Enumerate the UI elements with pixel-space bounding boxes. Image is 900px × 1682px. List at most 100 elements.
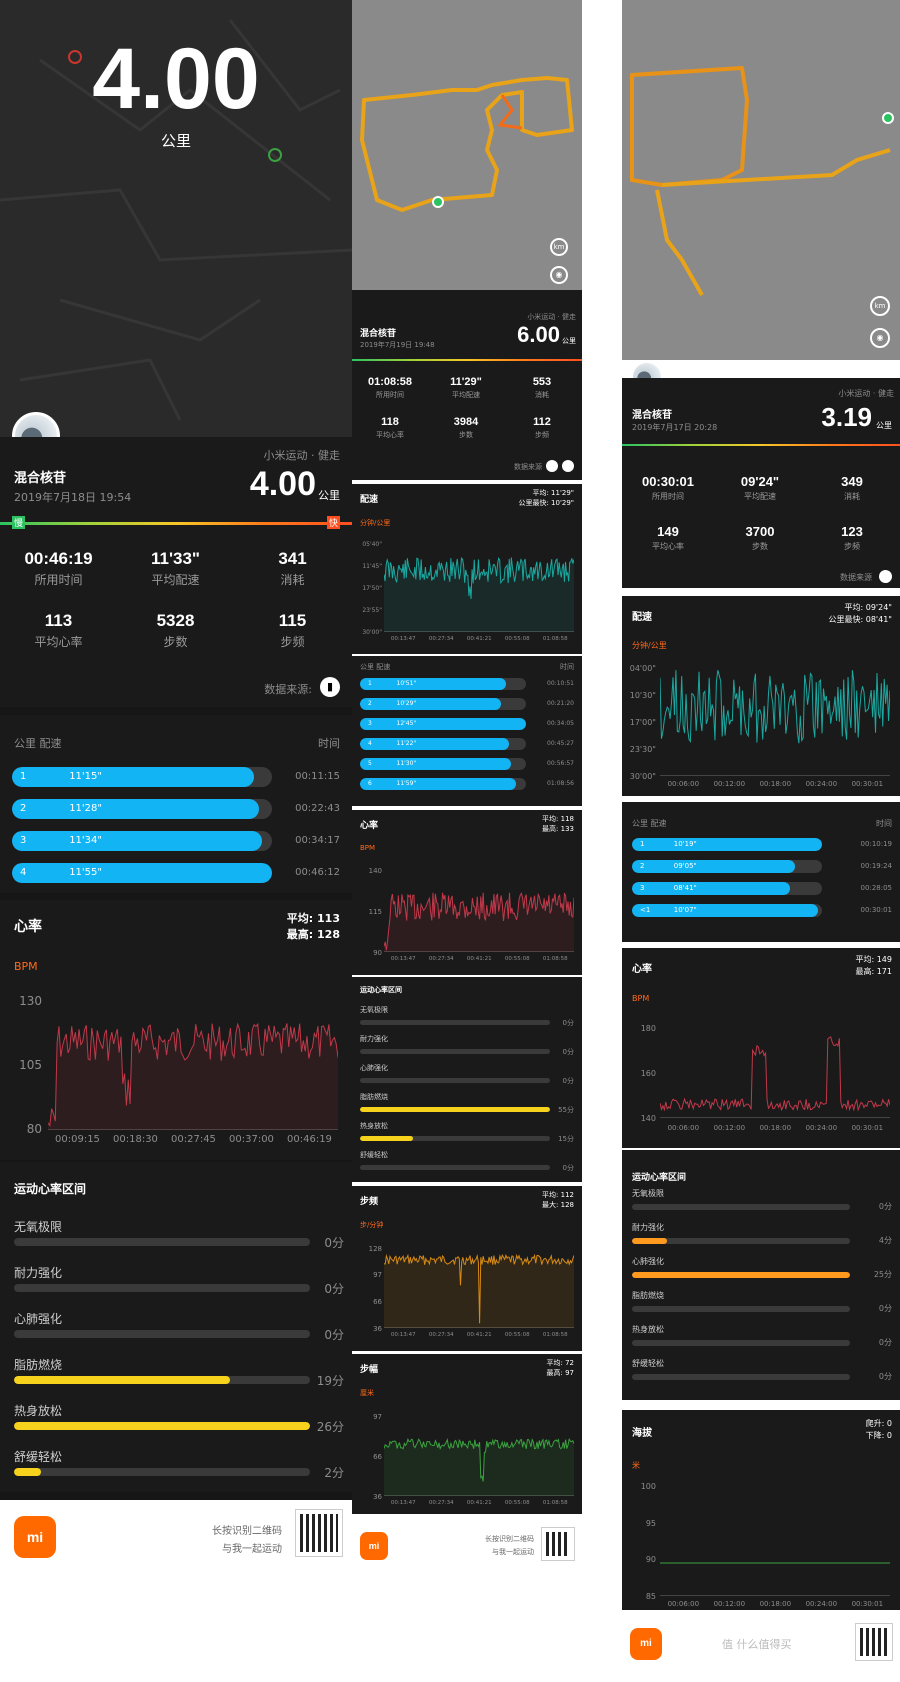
split-row: 3 11'34" 00:34:17	[0, 831, 352, 851]
stat-label: 平均心率	[34, 635, 83, 649]
route-trace	[360, 76, 574, 212]
split-km: 2	[368, 700, 372, 707]
stat-value: 3984	[453, 416, 479, 428]
hr-avg: 平均: 149	[855, 955, 892, 964]
qr-code[interactable]	[541, 1527, 575, 1561]
zone-label: 心肺强化	[14, 1312, 63, 1326]
workout-datetime: 2019年7月17日 20:28	[632, 423, 718, 432]
y-tick-label: 128	[368, 1244, 382, 1253]
route-map[interactable]: km ◉	[622, 0, 900, 360]
eye-icon[interactable]: ◉	[550, 266, 568, 284]
zone-value: 0分	[878, 1304, 892, 1313]
zone-bar	[14, 1284, 310, 1292]
zone-bar	[632, 1272, 850, 1278]
stat-value: 11'33"	[151, 549, 200, 568]
split-km: <1	[640, 906, 651, 914]
cadence-unit: 步/分钟	[360, 1221, 384, 1229]
zone-bar	[14, 1422, 310, 1430]
splits-time-header: 时间	[318, 737, 340, 750]
pace-chart	[660, 670, 890, 776]
stat-label: 平均心率	[376, 431, 404, 439]
zone-bar-fill	[14, 1422, 310, 1430]
left-screenshot: 4.00 公里 小米运动 · 健走 混合核苷 2019年7月18日 19:54 …	[0, 0, 352, 1682]
source-tag: 小米运动 · 健走	[838, 389, 894, 398]
y-tick-label: 04'00"	[629, 664, 656, 673]
zone-value: 15分	[558, 1134, 574, 1143]
stat-item: 5328 步数	[117, 611, 234, 650]
x-tick-label: 00:41:21	[466, 956, 492, 962]
split-pace: 10'51"	[396, 680, 417, 687]
split-pace: 11'30"	[396, 760, 417, 767]
y-tick-label: 66	[373, 1297, 382, 1306]
split-bar	[632, 904, 822, 917]
splits-header: 公里 配速	[632, 819, 667, 828]
zone-value: 0分	[878, 1202, 892, 1211]
pace-chart	[384, 557, 574, 632]
stat-value: 09'24"	[740, 474, 780, 489]
eye-icon[interactable]: ◉	[870, 328, 890, 348]
summary-distance: 3.19	[821, 402, 872, 432]
split-bar	[632, 860, 822, 873]
zone-label: 舒缓轻松	[14, 1450, 63, 1464]
stat-item: 123 步频	[806, 524, 898, 552]
split-time: 00:10:19	[860, 840, 892, 848]
pace-title: 配速	[632, 612, 652, 623]
device-icon-2[interactable]	[562, 460, 574, 472]
split-bar	[632, 838, 822, 851]
zone-value: 0分	[562, 1163, 574, 1172]
route-map[interactable]: km ◉	[352, 0, 582, 290]
stat-item: 11'29" 平均配速	[428, 376, 504, 400]
hr-max: 最高: 171	[855, 967, 892, 976]
stat-item: 01:08:58 所用时间	[352, 376, 428, 400]
split-bar-fill	[632, 904, 819, 917]
stat-label: 步频	[535, 431, 549, 439]
x-tick-label: 00:24:00	[805, 780, 838, 788]
hr-title: 心率	[632, 964, 652, 975]
qr-code[interactable]	[855, 1623, 893, 1661]
hr-zones-card: 运动心率区间 无氧极限 0分 耐力强化 4分 心肺强化 25分 脂肪燃烧 0分 热身放松 0分 舒缓…	[622, 1150, 900, 1400]
start-marker-icon	[432, 196, 444, 208]
splits-card: 公里 配速 时间 1 10'51" 00:10:51 2 10'29" 00:21:20 3…	[352, 656, 582, 806]
zone-label: 热身放松	[14, 1404, 63, 1418]
stat-item: 3700 步数	[714, 524, 806, 552]
hr-y-tick: 130	[19, 994, 42, 1008]
splits-card: 公里 配速 时间 1 11'15" 00:11:15 2 11'28" 00:22:43 3…	[0, 715, 352, 893]
cadence-title: 步频	[360, 1197, 379, 1207]
source-tag: 小米运动 · 健走	[263, 449, 341, 462]
zone-bar	[360, 1107, 550, 1112]
altitude-unit: 米	[632, 1461, 640, 1470]
split-row: 1 10'51" 00:10:51	[352, 678, 582, 690]
device-icon[interactable]: ▮	[320, 677, 340, 697]
km-toggle-icon[interactable]: km	[550, 238, 568, 256]
hr-unit: BPM	[14, 960, 38, 973]
device-icon[interactable]	[879, 570, 892, 583]
zone-value: 0分	[324, 1282, 344, 1296]
map-area[interactable]: 4.00 公里	[0, 0, 352, 437]
zone-bar	[632, 1204, 850, 1210]
stat-label: 步频	[280, 635, 305, 649]
split-row: 5 11'30" 00:56:57	[352, 758, 582, 770]
altitude-up: 爬升: 0	[865, 1419, 892, 1428]
split-bar-fill	[12, 863, 272, 883]
x-tick-label: 00:13:47	[390, 956, 416, 962]
stat-value: 149	[657, 524, 679, 539]
stat-label: 平均心率	[652, 542, 684, 551]
stride-title: 步幅	[360, 1365, 379, 1375]
hr-max: 最高: 128	[286, 928, 340, 941]
x-tick-label: 00:27:34	[428, 956, 454, 962]
qr-code[interactable]	[295, 1509, 343, 1557]
split-pace: 10'19"	[673, 840, 697, 848]
pace-avg: 平均: 11'29"	[532, 489, 574, 497]
summary-distance-unit: 公里	[562, 337, 576, 345]
km-toggle-icon[interactable]: km	[870, 296, 890, 316]
split-time: 00:46:12	[295, 867, 340, 878]
split-row: 2 10'29" 00:21:20	[352, 698, 582, 710]
zone-value: 0分	[324, 1236, 344, 1250]
split-row: 6 11'59" 01:08:56	[352, 778, 582, 790]
x-tick-label: 00:18:00	[759, 780, 792, 788]
device-icon[interactable]	[546, 460, 558, 472]
x-tick-label: 00:24:00	[805, 1124, 838, 1132]
stride-avg: 平均: 72	[546, 1359, 575, 1367]
right-screenshot: km ◉ 小米运动 · 健走 混合核苷 2019年7月17日 20:28 3.1…	[622, 0, 900, 1682]
cadence-card: 步频 平均: 112 最大: 128 步/分钟 128 97 66 36 00:13:…	[352, 1186, 582, 1351]
